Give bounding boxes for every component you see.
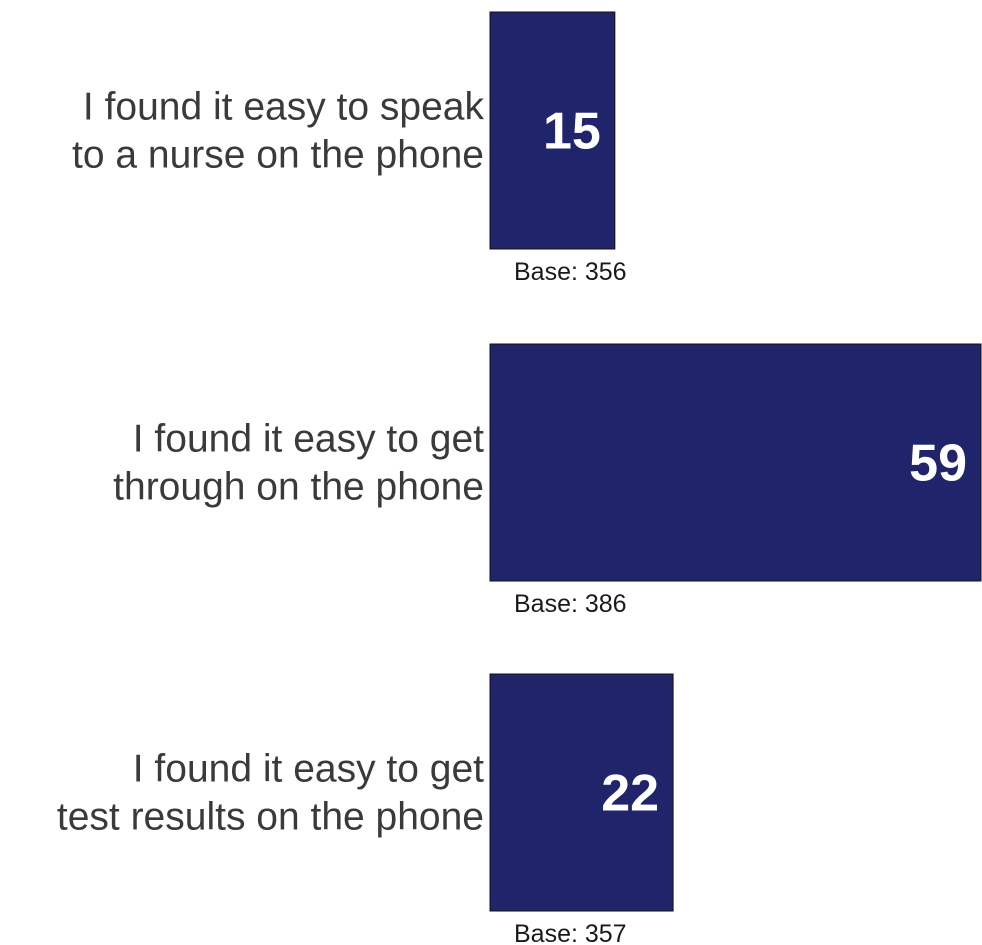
category-label-1-line-1: I found it easy to speak bbox=[83, 86, 485, 129]
category-label-3-line-2: test results on the phone bbox=[57, 796, 484, 839]
value-label-1: 15 bbox=[543, 103, 601, 161]
category-label-2-line-1: I found it easy to get bbox=[133, 418, 484, 461]
value-label-3: 22 bbox=[601, 765, 659, 823]
bar-chart: 15 I found it easy to speak to a nurse on … bbox=[57, 11, 982, 945]
bar-2 bbox=[489, 343, 982, 582]
category-label-1-line-2: to a nurse on the phone bbox=[72, 134, 484, 177]
value-label-2: 59 bbox=[909, 435, 967, 493]
category-label-2-line-2: through on the phone bbox=[113, 466, 484, 509]
base-label-1: Base: 356 bbox=[514, 258, 627, 286]
category-label-3-line-1: I found it easy to get bbox=[133, 748, 484, 791]
base-label-3: Base: 357 bbox=[514, 920, 627, 945]
base-label-2: Base: 386 bbox=[514, 590, 627, 618]
